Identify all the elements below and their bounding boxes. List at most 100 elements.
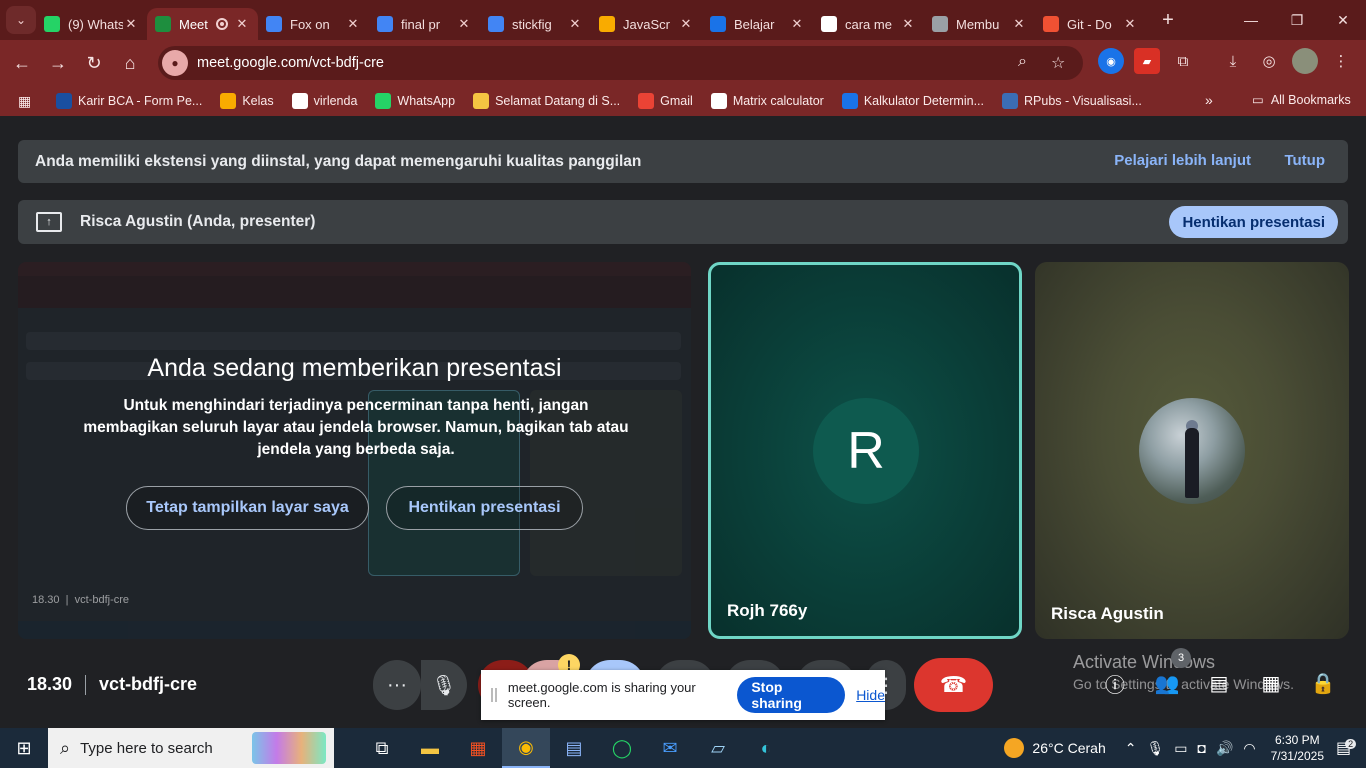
chevron-up-icon[interactable]: ⌃ (1125, 740, 1137, 757)
notepad-button[interactable]: ▱ (694, 728, 742, 768)
close-tab-icon[interactable]: ✕ (678, 16, 694, 32)
mail-icon: ✉ (662, 737, 678, 758)
taskbar-search[interactable]: ⌕ Type here to search (48, 728, 334, 768)
stop-sharing-button[interactable]: Stop sharing (737, 677, 846, 713)
presenter-name: Risca Agustin (Anda, presenter) (80, 213, 316, 230)
microphone-button[interactable]: 🎙 (421, 660, 467, 710)
notification-icon[interactable]: ▤2 (1336, 738, 1366, 758)
clock[interactable]: 6:30 PM 7/31/2025 (1271, 732, 1324, 764)
menu-dots-icon[interactable]: ⋮ (1328, 48, 1354, 74)
whatsapp-taskbar-button[interactable]: ◯ (598, 728, 646, 768)
participant-tile-rojh[interactable]: R Rojh 766y (708, 262, 1022, 639)
stop-presentation-button[interactable]: Hentikan presentasi (386, 486, 583, 530)
tab-1[interactable]: Meet ✕ (147, 8, 258, 40)
file-explorer-button[interactable]: ▬ (406, 728, 454, 768)
stop-presenting-button[interactable]: Hentikan presentasi (1169, 206, 1338, 238)
tab-2[interactable]: Fox on ✕ (258, 8, 369, 40)
start-button[interactable]: ⊞ (0, 728, 48, 768)
emblem-icon (473, 93, 490, 109)
tab-7[interactable]: cara me ✕ (813, 8, 924, 40)
new-tab-button[interactable]: + (1154, 6, 1182, 34)
site-mic-indicator-icon[interactable]: ● (162, 50, 188, 76)
bookmark-item[interactable]: Kalkulator Determin... (841, 93, 984, 109)
tab-9[interactable]: Git - Do ✕ (1035, 8, 1146, 40)
chat-icon[interactable]: ▤ (1204, 668, 1234, 698)
system-tray: 26°C Cerah ⌃ 🎙 ▭ ◘ 🔊 ◠ 6:30 PM 7/31/2025… (1004, 728, 1366, 768)
tab-0[interactable]: (9) WhatsApp✕ (36, 8, 147, 40)
apps-grid-icon[interactable]: ▦ (18, 93, 38, 110)
bookmark-item[interactable]: Karir BCA - Form Pe... (56, 93, 202, 109)
tab-3[interactable]: final pr ✕ (369, 8, 480, 40)
chrome-taskbar-button[interactable]: ◉ (502, 728, 550, 768)
address-bar[interactable]: ● meet.google.com/vct-bdfj-cre ⌕ ☆ (158, 46, 1083, 80)
forward-button[interactable]: → (40, 45, 76, 81)
bookmark-item[interactable]: Selamat Datang di S... (473, 93, 620, 109)
close-tab-icon[interactable]: ✕ (345, 16, 361, 32)
weather-widget[interactable]: 26°C Cerah (1004, 738, 1106, 758)
close-tab-icon[interactable]: ✕ (900, 16, 916, 32)
tab-8[interactable]: Membu ✕ (924, 8, 1035, 40)
url-text[interactable]: meet.google.com/vct-bdfj-cre (197, 55, 384, 71)
calculator-button[interactable]: ▤ (550, 728, 598, 768)
participant-tile-risca[interactable]: Risca Agustin (1035, 262, 1349, 639)
tab-6[interactable]: Belajar ✕ (702, 8, 813, 40)
reload-button[interactable]: ↻ (76, 45, 112, 81)
home-button[interactable]: ⌂ (112, 45, 148, 81)
battery-icon[interactable]: ▭ (1174, 740, 1187, 757)
close-tab-icon[interactable]: ✕ (456, 16, 472, 32)
learn-more-link[interactable]: Pelajari lebih lanjut (1114, 152, 1251, 169)
close-window-button[interactable]: ✕ (1320, 0, 1366, 40)
performance-icon[interactable]: ◎ (1256, 48, 1282, 74)
restore-button[interactable]: ❐ (1274, 0, 1320, 40)
hide-sharing-bar-link[interactable]: Hide (856, 687, 885, 703)
extension-red-icon[interactable]: ▰ (1134, 48, 1160, 74)
people-icon[interactable]: 👥 (1152, 668, 1182, 698)
mic-tray-icon[interactable]: 🎙 (1146, 740, 1164, 757)
zoom-extension-icon[interactable]: ◉ (1098, 48, 1124, 74)
bookmark-item[interactable]: Kelas (220, 93, 274, 109)
close-tab-icon[interactable]: ✕ (1122, 16, 1138, 32)
wifi-icon[interactable]: ◠ (1243, 740, 1255, 757)
all-bookmarks[interactable]: ▭ All Bookmarks (1252, 92, 1351, 108)
keep-showing-screen-button[interactable]: Tetap tampilkan layar saya (126, 486, 369, 530)
minimize-button[interactable]: — (1228, 0, 1274, 40)
leave-call-button[interactable]: ☎ (914, 658, 993, 712)
volume-icon[interactable]: 🔊 (1216, 740, 1233, 757)
close-tab-icon[interactable]: ✕ (567, 16, 583, 32)
mail-button[interactable]: ✉ (646, 728, 694, 768)
bookmark-label: Kelas (242, 94, 274, 108)
host-controls-icon[interactable]: 🔒 (1308, 668, 1338, 698)
bookmark-item[interactable]: Matrix calculator (710, 93, 824, 109)
notepad-icon: ▱ (711, 737, 725, 758)
close-tab-icon[interactable]: ✕ (789, 16, 805, 32)
camera-tray-icon[interactable]: ◘ (1197, 740, 1205, 756)
zoom-icon[interactable]: ⌕ (1018, 53, 1027, 71)
drag-handle[interactable] (491, 688, 497, 702)
meeting-code: vct-bdfj-cre (99, 674, 198, 694)
bookmark-item[interactable]: RPubs - Visualisasi... (1002, 93, 1142, 109)
info-icon[interactable]: ⓘ (1100, 668, 1130, 698)
edge-button[interactable]: ◐ (742, 728, 790, 768)
bookmark-item[interactable]: virlenda (291, 93, 357, 109)
tab-5[interactable]: JavaScr ✕ (591, 8, 702, 40)
extensions-puzzle-icon[interactable]: ⧉ (1170, 48, 1196, 74)
tab-title: Membu (956, 16, 1000, 32)
meet-icon (155, 16, 171, 32)
chevron-right-icon[interactable]: » (1205, 92, 1213, 108)
close-tab-icon[interactable]: ✕ (123, 16, 139, 32)
close-tab-icon[interactable]: ✕ (234, 16, 250, 32)
close-banner-button[interactable]: Tutup (1284, 152, 1325, 169)
task-view-button[interactable]: ⧉ (358, 728, 406, 768)
activities-grid-icon[interactable]: ▦ (1256, 668, 1286, 698)
more-options-left-button[interactable]: ··· (373, 660, 421, 710)
bookmark-item[interactable]: Gmail (638, 93, 693, 109)
bookmark-item[interactable]: WhatsApp (375, 93, 455, 109)
back-button[interactable]: ← (4, 45, 40, 81)
bookmark-star-icon[interactable]: ☆ (1051, 53, 1065, 73)
tab-4[interactable]: stickfig ✕ (480, 8, 591, 40)
close-tab-icon[interactable]: ✕ (1011, 16, 1027, 32)
download-icon[interactable]: ⤓ (1220, 48, 1246, 74)
store-button[interactable]: ▦ (454, 728, 502, 768)
profile-avatar[interactable] (1292, 48, 1318, 74)
tab-search-button[interactable]: ⌄ (6, 6, 36, 34)
